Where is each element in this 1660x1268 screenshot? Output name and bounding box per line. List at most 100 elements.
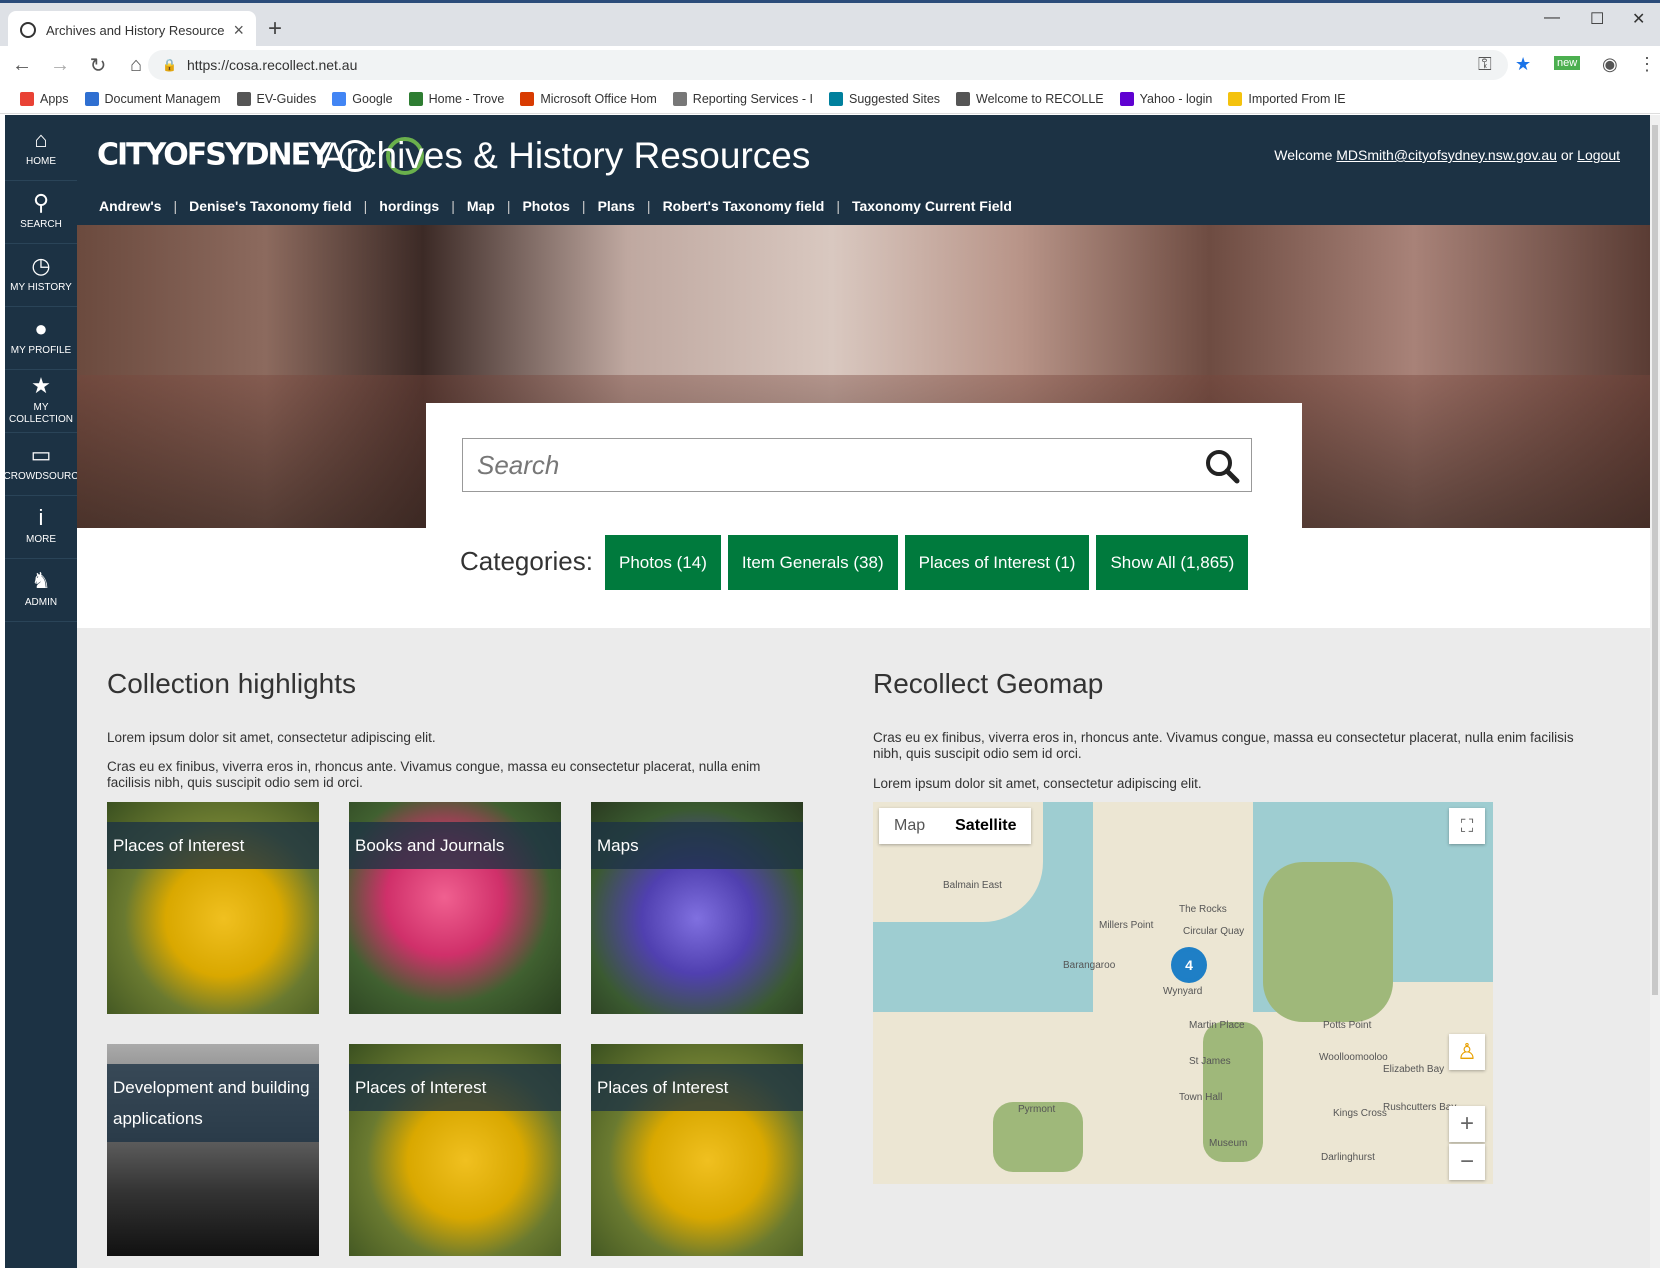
bookmark-favicon-icon bbox=[828, 91, 843, 106]
bookmark-item[interactable]: Reporting Services - I bbox=[672, 91, 813, 106]
highlight-tile[interactable]: Development and building applications bbox=[107, 1044, 319, 1256]
highlight-tile-label: Books and Journals bbox=[349, 822, 561, 869]
map-cluster-marker[interactable]: 4 bbox=[1171, 947, 1207, 983]
bookmark-item[interactable]: Imported From IE bbox=[1228, 91, 1346, 106]
nav-link[interactable]: Robert's Taxonomy field bbox=[663, 198, 825, 214]
collection-highlights-title: Collection highlights bbox=[107, 668, 357, 699]
main-content: Collection highlights Lorem ipsum dolor … bbox=[77, 628, 1650, 1268]
zoom-in-button[interactable]: + bbox=[1449, 1106, 1485, 1142]
nav-link[interactable]: hordings bbox=[379, 198, 439, 214]
category-button[interactable]: Show All (1,865) bbox=[1096, 535, 1249, 590]
bookmark-favicon-icon bbox=[84, 91, 99, 106]
nav-link[interactable]: Map bbox=[467, 198, 495, 214]
url-field[interactable]: 🔒 https://cosa.recollect.net.au bbox=[148, 50, 1508, 80]
site-header: CITYOFSYDNEY Archives & History Resource… bbox=[77, 115, 1650, 225]
url-text: https://cosa.recollect.net.au bbox=[186, 57, 358, 73]
sidebar-item-label: MY COLLECTION bbox=[9, 402, 73, 425]
nav-link[interactable]: Taxonomy Current Field bbox=[852, 198, 1012, 214]
tab-close-icon[interactable]: × bbox=[233, 20, 244, 41]
search-input[interactable] bbox=[463, 439, 1183, 491]
highlight-tile[interactable]: Places of Interest bbox=[349, 1044, 561, 1256]
sidebar-item-admin[interactable]: ♞ ADMIN bbox=[5, 556, 77, 622]
bookmark-favicon-icon bbox=[1228, 91, 1243, 106]
search-icon[interactable] bbox=[1203, 447, 1241, 485]
open-sign-icon: ▭ bbox=[30, 442, 52, 467]
site-title: Archives & History Resources bbox=[321, 135, 811, 176]
nav-link[interactable]: Photos bbox=[522, 198, 569, 214]
map-type-satellite-button[interactable]: Satellite bbox=[940, 808, 1031, 844]
account-icon[interactable]: ◉ bbox=[1602, 54, 1618, 75]
nav-link[interactable]: Andrew's bbox=[99, 198, 161, 214]
map-type-map-button[interactable]: Map bbox=[879, 808, 940, 844]
bookmark-star-icon[interactable]: ★ bbox=[1515, 54, 1531, 75]
info-icon: i bbox=[38, 505, 44, 530]
map-place-label: Rushcutters Bay bbox=[1383, 1102, 1457, 1113]
nav-link[interactable]: Denise's Taxonomy field bbox=[189, 198, 352, 214]
fullscreen-icon[interactable]: ⛶ bbox=[1449, 808, 1485, 844]
highlight-tile-label: Maps bbox=[591, 822, 803, 869]
bookmark-favicon-icon bbox=[236, 91, 251, 106]
map-place-label: Circular Quay bbox=[1183, 926, 1245, 937]
category-button[interactable]: Photos (14) bbox=[605, 535, 721, 590]
sidebar-item-more[interactable]: i MORE bbox=[5, 493, 77, 559]
highlight-tile-label: Development and building applications bbox=[107, 1064, 319, 1142]
user-email-link[interactable]: MDSmith@cityofsydney.nsw.gov.au bbox=[1336, 147, 1557, 163]
map-place-label: Woolloomooloo bbox=[1319, 1052, 1388, 1063]
minimize-icon[interactable]: — bbox=[1544, 9, 1560, 27]
bookmark-item[interactable]: Home - Trove bbox=[408, 91, 504, 106]
map-park-domain bbox=[1263, 862, 1393, 1022]
reload-icon[interactable]: ↻ bbox=[82, 53, 114, 78]
sidebar-item-my-profile[interactable]: ● MY PROFILE bbox=[5, 304, 77, 370]
map-place-label: Millers Point bbox=[1099, 920, 1154, 931]
nav-separator: | bbox=[646, 198, 651, 214]
bookmark-item[interactable]: Microsoft Office Hom bbox=[520, 91, 657, 106]
map-place-label: Kings Cross bbox=[1333, 1108, 1387, 1119]
highlight-tile[interactable]: Places of Interest bbox=[591, 1044, 803, 1256]
highlight-tile[interactable]: Places of Interest bbox=[107, 802, 319, 1014]
bookmark-favicon-icon bbox=[1119, 91, 1134, 106]
nav-link[interactable]: Plans bbox=[598, 198, 635, 214]
category-button[interactable]: Places of Interest (1) bbox=[904, 535, 1090, 590]
bookmark-item[interactable]: Welcome to RECOLLE bbox=[956, 91, 1104, 106]
bookmark-item[interactable]: Yahoo - login bbox=[1119, 91, 1213, 106]
back-icon[interactable]: ← bbox=[6, 54, 38, 77]
geomap[interactable]: 4 Balmain East Millers Point The Rocks Bara… bbox=[873, 802, 1493, 1184]
new-tab-button[interactable]: + bbox=[268, 15, 282, 43]
category-buttons: Photos (14) Item Generals (38) Places of I… bbox=[605, 535, 1255, 590]
nav-separator: | bbox=[506, 198, 511, 214]
bookmark-label: Reporting Services - I bbox=[692, 91, 813, 106]
address-bar-row: ← → ↻ ⌂ 🔒 https://cosa.recollect.net.au … bbox=[0, 46, 1660, 84]
browser-tab[interactable]: Archives and History Resources | × bbox=[8, 11, 256, 49]
sidebar-item-crowdsourc[interactable]: ▭ CROWDSOURC bbox=[4, 430, 79, 496]
forward-icon[interactable]: → bbox=[44, 54, 76, 77]
page-scrollbar[interactable] bbox=[1650, 115, 1660, 1268]
menu-icon[interactable]: ⋮ bbox=[1638, 54, 1656, 75]
extension-icon[interactable]: new bbox=[1554, 56, 1581, 70]
bookmark-item[interactable]: Suggested Sites bbox=[828, 91, 940, 106]
categories-row: Categories: Photos (14) Item Generals (38… bbox=[77, 528, 1650, 628]
bookmark-item[interactable]: Document Managem bbox=[84, 91, 221, 106]
sidebar-item-search[interactable]: ⚲ SEARCH bbox=[5, 178, 77, 244]
bookmark-item[interactable]: Apps bbox=[20, 91, 69, 106]
bookmark-label: Apps bbox=[40, 91, 69, 106]
maximize-icon[interactable]: ☐ bbox=[1590, 9, 1604, 29]
scrollbar-thumb[interactable] bbox=[1652, 125, 1658, 995]
sidebar-item-my-history[interactable]: ◷ MY HISTORY bbox=[5, 241, 77, 307]
close-window-icon[interactable]: ✕ bbox=[1632, 9, 1645, 29]
sidebar-item-home[interactable]: ⌂ HOME bbox=[5, 115, 77, 181]
bookmark-label: EV-Guides bbox=[256, 91, 317, 106]
bookmark-item[interactable]: Google bbox=[332, 91, 393, 106]
bookmark-label: Yahoo - login bbox=[1139, 91, 1213, 106]
zoom-out-button[interactable]: − bbox=[1449, 1144, 1485, 1180]
sidebar-item-my-collection[interactable]: ★ MY COLLECTION bbox=[5, 367, 77, 433]
highlight-tile[interactable]: Books and Journals bbox=[349, 802, 561, 1014]
nav-separator: | bbox=[363, 198, 368, 214]
category-button[interactable]: Item Generals (38) bbox=[727, 535, 898, 590]
bookmark-item[interactable]: EV-Guides bbox=[236, 91, 317, 106]
bookmark-label: Welcome to RECOLLE bbox=[976, 91, 1104, 106]
pegman-icon[interactable]: ♙ bbox=[1449, 1034, 1485, 1070]
key-icon[interactable]: ⚿ bbox=[1478, 54, 1492, 75]
lock-icon: 🔒 bbox=[162, 58, 177, 72]
highlight-tile[interactable]: Maps bbox=[591, 802, 803, 1014]
logout-link[interactable]: Logout bbox=[1577, 147, 1620, 163]
